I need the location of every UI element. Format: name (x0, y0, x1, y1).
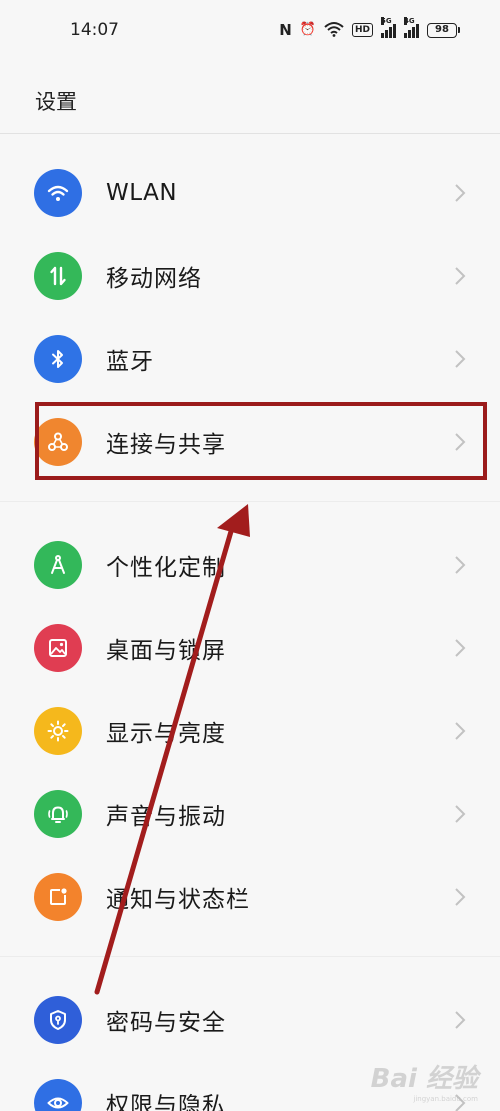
settings-item-bluetooth[interactable]: 蓝牙 (0, 318, 500, 400)
network-type-label: 4G (404, 17, 415, 25)
bluetooth-icon (34, 335, 82, 383)
status-time: 14:07 (70, 20, 119, 40)
wifi-icon (34, 169, 82, 217)
settings-item-display-brightness[interactable]: 显示与亮度 (0, 690, 500, 772)
hd-badge: HD (351, 23, 373, 37)
watermark-url: jingyan.baidu.com (413, 1095, 478, 1103)
chevron-right-icon (452, 803, 468, 825)
watermark-logo: Bai 经验 (370, 1064, 478, 1094)
settings-item-label: 密码与安全 (106, 1010, 226, 1036)
personalization-icon (34, 541, 82, 589)
settings-item-label: 显示与亮度 (106, 721, 226, 747)
status-icons: N ⏰ HD 5G 4G 98 (279, 17, 460, 40)
settings-item-label: 声音与振动 (106, 804, 226, 830)
network-type-label: 5G (381, 17, 392, 25)
settings-item-wlan[interactable]: WLAN (0, 152, 500, 234)
page-title: 设置 (35, 90, 77, 114)
chevron-right-icon (452, 265, 468, 287)
settings-item-password-security[interactable]: 密码与安全 (0, 979, 500, 1061)
signal-4g-icon: 4G (404, 17, 419, 38)
settings-item-label: 通知与状态栏 (106, 887, 250, 913)
settings-screen: 14:07 N ⏰ HD 5G 4G 98 设置 WLAN 移动网络 蓝牙 连接… (0, 0, 500, 1111)
settings-item-label: 移动网络 (106, 266, 202, 292)
chevron-right-icon (452, 554, 468, 576)
connection-share-icon (34, 418, 82, 466)
privacy-eye-icon (34, 1079, 82, 1111)
settings-item-personalization[interactable]: 个性化定制 (0, 524, 500, 606)
settings-item-label: 个性化定制 (106, 555, 226, 581)
settings-item-mobile-network[interactable]: 移动网络 (0, 235, 500, 317)
divider (0, 133, 500, 134)
settings-item-label: 蓝牙 (106, 349, 154, 375)
brightness-icon (34, 707, 82, 755)
chevron-right-icon (452, 720, 468, 742)
wallpaper-icon (34, 624, 82, 672)
watermark: Bai 经验 jingyan.baidu.com (371, 1058, 478, 1103)
group-divider (0, 501, 500, 502)
alarm-icon: ⏰ (299, 22, 316, 37)
chevron-right-icon (452, 348, 468, 370)
chevron-right-icon (452, 182, 468, 204)
settings-item-desktop-lockscreen[interactable]: 桌面与锁屏 (0, 607, 500, 689)
nfc-icon: N (279, 21, 292, 39)
settings-item-label: 权限与隐私 (106, 1093, 226, 1111)
wifi-status-icon (324, 21, 344, 40)
chevron-right-icon (452, 1009, 468, 1031)
settings-item-label: 桌面与锁屏 (106, 638, 226, 664)
chevron-right-icon (452, 886, 468, 908)
settings-item-label: WLAN (106, 180, 178, 206)
settings-item-sound-vibration[interactable]: 声音与振动 (0, 773, 500, 855)
battery-level: 98 (427, 22, 457, 38)
status-bar: 14:07 N ⏰ HD 5G 4G 98 (0, 0, 500, 64)
bell-vibrate-icon (34, 790, 82, 838)
notification-icon (34, 873, 82, 921)
settings-item-connection-share[interactable]: 连接与共享 (0, 401, 500, 483)
shield-key-icon (34, 996, 82, 1044)
group-divider (0, 956, 500, 957)
battery-icon: 98 (427, 22, 460, 38)
settings-item-label: 连接与共享 (106, 432, 226, 458)
chevron-right-icon (452, 431, 468, 453)
settings-item-notification-statusbar[interactable]: 通知与状态栏 (0, 856, 500, 938)
signal-5g-icon: 5G (381, 17, 396, 38)
chevron-right-icon (452, 637, 468, 659)
mobile-data-icon (34, 252, 82, 300)
